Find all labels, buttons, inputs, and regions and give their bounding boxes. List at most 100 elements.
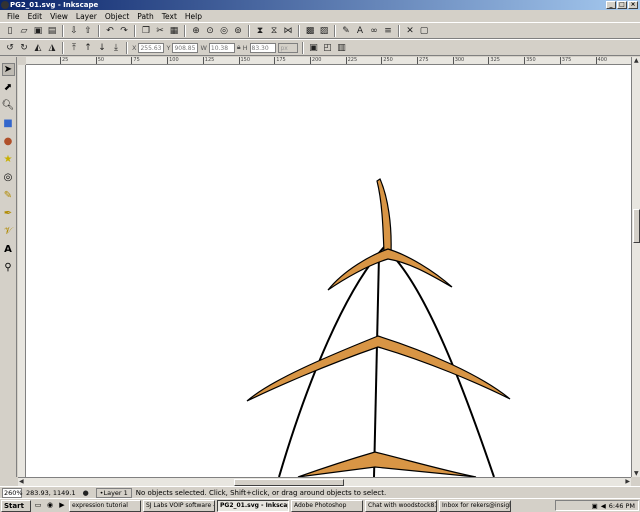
toolbar-separator <box>301 41 304 54</box>
redo-icon[interactable]: ↷ <box>118 25 130 37</box>
flip-horizontal-icon[interactable]: ◭ <box>32 42 44 54</box>
rotate-cw-icon[interactable]: ↻ <box>18 42 30 54</box>
horizontal-scrollbar[interactable]: ◀ ▶ <box>18 477 631 486</box>
dropper-tool-icon[interactable]: ⚲ <box>2 261 15 274</box>
menu-layer[interactable]: Layer <box>72 11 101 22</box>
zoom-page-icon[interactable]: ◎ <box>218 25 230 37</box>
height-field[interactable]: 83.30 <box>249 42 276 53</box>
top-chevron-shape[interactable] <box>327 248 453 291</box>
align-icon[interactable]: ≡ <box>382 25 394 37</box>
vertical-ruler <box>18 65 26 477</box>
toolbar-separator <box>62 24 64 37</box>
menu-view[interactable]: View <box>46 11 72 22</box>
zoom-tool-icon[interactable]: 🔍︎ <box>2 99 15 112</box>
vertical-scrollbar[interactable]: ▲ ▼ <box>631 57 640 477</box>
minimize-button[interactable]: _ <box>606 1 616 9</box>
network-icon[interactable]: ▣ <box>592 502 598 510</box>
task-inbox[interactable]: Inbox for rekers@insight... <box>439 499 511 512</box>
selector-tool-icon[interactable]: ➤ <box>1 63 15 76</box>
middle-chevron-shape[interactable] <box>246 335 511 402</box>
center-body-line[interactable] <box>373 254 380 477</box>
task-sj-labs-voip[interactable]: SJ Labs VOIP software - ... <box>143 499 215 512</box>
top-spike-shape[interactable] <box>376 178 392 254</box>
horizontal-scroll-thumb[interactable] <box>234 479 344 486</box>
star-tool-icon[interactable]: ★ <box>2 153 15 166</box>
paste-icon[interactable]: ▦ <box>168 25 180 37</box>
vertical-scroll-thumb[interactable] <box>633 209 640 243</box>
task-chat[interactable]: Chat with woodstock870... <box>365 499 437 512</box>
desktop-quicklaunch-icon[interactable]: ▭ <box>33 501 43 511</box>
clone-icon[interactable]: ⧖ <box>268 25 280 37</box>
unit-select[interactable]: px <box>277 42 298 53</box>
toolbar-separator <box>126 41 128 54</box>
duplicate-icon[interactable]: ⧗ <box>254 25 266 37</box>
start-button[interactable]: Start <box>1 499 31 512</box>
flip-vertical-icon[interactable]: ◮ <box>46 42 58 54</box>
zoom-selection-icon[interactable]: ⊕ <box>190 25 202 37</box>
menu-edit[interactable]: Edit <box>24 11 47 22</box>
scroll-right-icon[interactable]: ▶ <box>625 478 630 485</box>
text-tool-icon[interactable]: A <box>2 243 15 256</box>
ungroup-icon[interactable]: ▨ <box>318 25 330 37</box>
copy-icon[interactable]: ❐ <box>140 25 152 37</box>
fill-stroke-icon[interactable]: ✎ <box>340 25 352 37</box>
menu-help[interactable]: Help <box>181 11 206 22</box>
volume-icon[interactable]: ◀ <box>601 502 606 510</box>
browser-quicklaunch-icon[interactable]: ◉ <box>45 501 55 511</box>
scale-stroke-icon[interactable]: ▣ <box>308 42 320 54</box>
text-font-icon[interactable]: A <box>354 25 366 37</box>
layer-select[interactable]: •Layer 1 <box>95 487 132 498</box>
menu-text[interactable]: Text <box>158 11 181 22</box>
rectangle-tool-icon[interactable]: ■ <box>2 117 15 130</box>
scroll-down-icon[interactable]: ▼ <box>634 470 639 477</box>
lower-icon[interactable]: ↓ <box>96 42 108 54</box>
undo-icon[interactable]: ↶ <box>104 25 116 37</box>
document-properties-icon[interactable]: ▢ <box>418 25 430 37</box>
raise-to-top-icon[interactable]: ⤒ <box>68 42 80 54</box>
close-button[interactable]: × <box>628 1 638 9</box>
menu-path[interactable]: Path <box>133 11 157 22</box>
media-quicklaunch-icon[interactable]: ▶ <box>57 501 67 511</box>
y-field[interactable]: 908.85 <box>172 42 199 53</box>
new-icon[interactable]: ▯ <box>4 25 16 37</box>
maximize-button[interactable]: □ <box>617 1 627 9</box>
menu-object[interactable]: Object <box>101 11 133 22</box>
xml-editor-icon[interactable]: ∞ <box>368 25 380 37</box>
rotate-ccw-icon[interactable]: ↺ <box>4 42 16 54</box>
zoom-drawing-icon[interactable]: ⊙ <box>204 25 216 37</box>
print-icon[interactable]: ▤ <box>46 25 58 37</box>
export-icon[interactable]: ⇧ <box>82 25 94 37</box>
import-icon[interactable]: ⇩ <box>68 25 80 37</box>
menu-file[interactable]: File <box>3 11 24 22</box>
node-tool-icon[interactable]: ⬈ <box>2 81 15 94</box>
ellipse-tool-icon[interactable]: ● <box>2 135 15 148</box>
lower-to-bottom-icon[interactable]: ⤓ <box>110 42 122 54</box>
drawing-canvas[interactable] <box>26 65 631 477</box>
transform-gradients-icon[interactable]: ▥ <box>336 42 348 54</box>
scroll-left-icon[interactable]: ◀ <box>19 478 24 485</box>
raise-icon[interactable]: ↑ <box>82 42 94 54</box>
task-inkscape[interactable]: PG2_01.svg - Inkscape <box>217 499 289 512</box>
open-icon[interactable]: ▱ <box>18 25 30 37</box>
cut-icon[interactable]: ✂ <box>154 25 166 37</box>
zoom-width-icon[interactable]: ⊚ <box>232 25 244 37</box>
pen-tool-icon[interactable]: ✒ <box>2 207 15 220</box>
unlink-icon[interactable]: ⋈ <box>282 25 294 37</box>
save-icon[interactable]: ▣ <box>32 25 44 37</box>
scale-corners-icon[interactable]: ◰ <box>322 42 334 54</box>
spiral-tool-icon[interactable]: ◎ <box>2 171 15 184</box>
x-label: X <box>132 43 137 52</box>
x-field[interactable]: 255.63 <box>138 42 165 53</box>
pencil-tool-icon[interactable]: ✎ <box>2 189 15 202</box>
layer-visibility-icon[interactable]: ● <box>80 487 92 499</box>
calligraphy-tool-icon[interactable]: 𝒱 <box>2 225 15 238</box>
lock-icon[interactable]: 🔒︎ <box>237 43 241 52</box>
task-adobe-photoshop[interactable]: Adobe Photoshop <box>291 499 363 512</box>
bottom-chevron-shape[interactable] <box>297 451 477 477</box>
width-field[interactable]: 10.38 <box>208 42 235 53</box>
zoom-field[interactable]: 260% <box>2 487 23 498</box>
scroll-up-icon[interactable]: ▲ <box>634 57 639 64</box>
preferences-icon[interactable]: ✕ <box>404 25 416 37</box>
group-icon[interactable]: ▩ <box>304 25 316 37</box>
task-expression-tutorial[interactable]: expression tutorial <box>69 499 141 512</box>
